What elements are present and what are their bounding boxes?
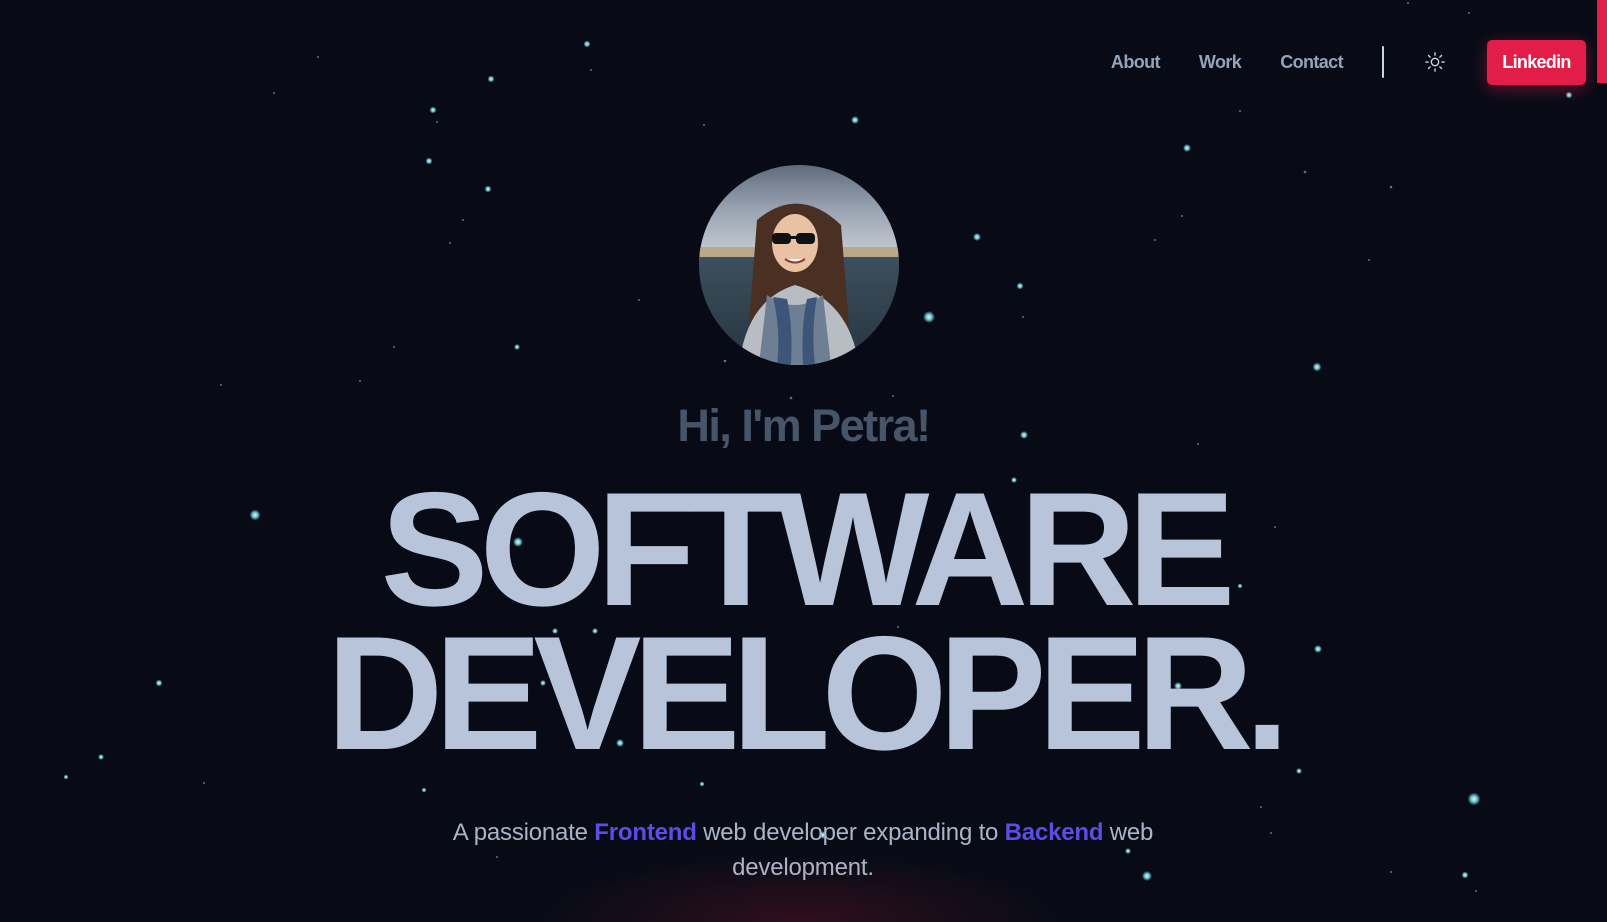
scrollbar-accent [1597,0,1607,83]
theme-toggle-button[interactable] [1423,50,1447,74]
avatar [699,165,899,365]
linkedin-button[interactable]: Linkedin [1487,39,1586,85]
tagline-highlight-backend: Backend [1004,819,1104,846]
hero-headline: SOFTWARE DEVELOPER. [0,459,1607,784]
tagline-highlight-frontend: Frontend [594,819,697,846]
tagline-text: A passionate [452,819,595,846]
hero-page: About Work Contact Linkedin Hi, I'm Petr… [0,0,1607,922]
nav-link-contact[interactable]: Contact [1280,52,1343,73]
tagline-text: web developer expanding to [696,819,1005,846]
headline-line-developer: DEVELOPER. [326,603,1289,784]
headline-line-software: SOFTWARE [380,459,1236,640]
hero-tagline: A passionate Frontend web developer expa… [403,815,1203,885]
top-navigation: About Work Contact Linkedin [1072,39,1586,85]
sun-icon [1425,52,1445,72]
profile-photo [699,165,899,365]
nav-link-about[interactable]: About [1111,52,1161,73]
nav-divider [1382,46,1384,78]
hero-greeting: Hi, I'm Petra! [677,400,931,451]
nav-link-work[interactable]: Work [1199,52,1242,73]
